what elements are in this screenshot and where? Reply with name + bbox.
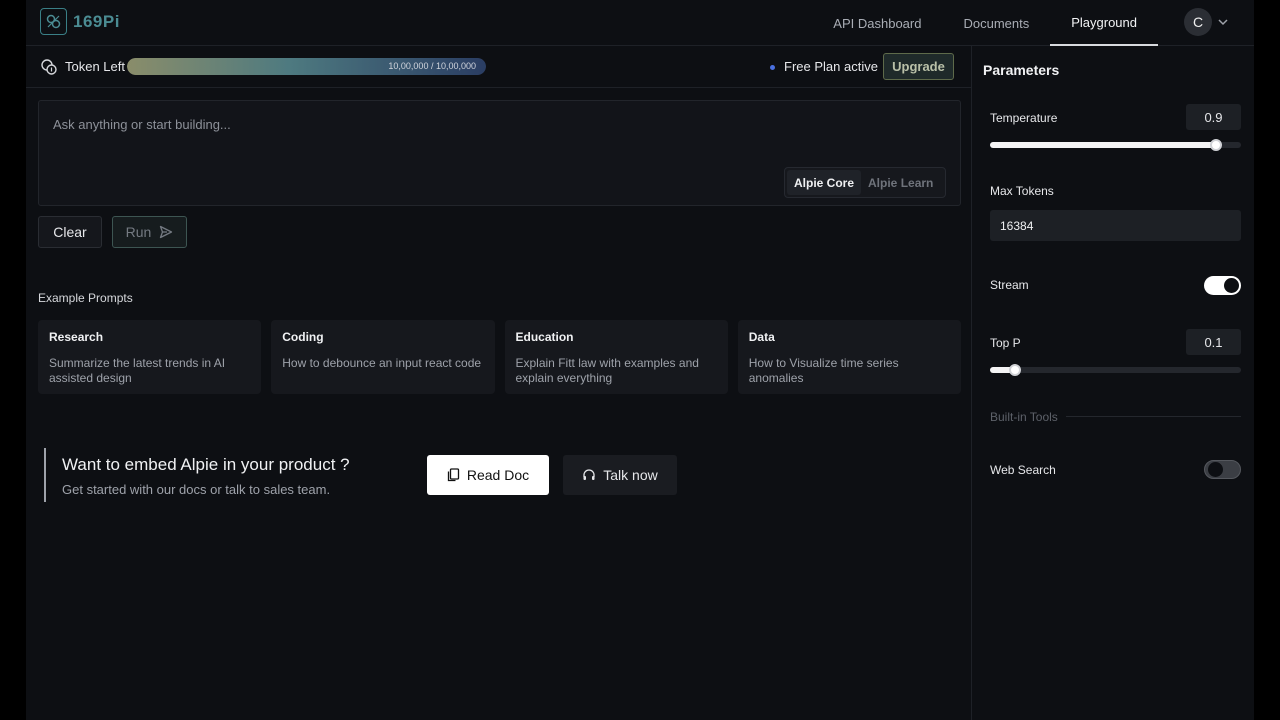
send-icon <box>160 225 173 239</box>
upgrade-button[interactable]: Upgrade <box>883 53 954 80</box>
nav-playground[interactable]: Playground <box>1050 0 1158 46</box>
nav-documents[interactable]: Documents <box>942 0 1050 46</box>
user-avatar[interactable]: C <box>1184 8 1212 36</box>
read-doc-label: Read Doc <box>466 467 530 483</box>
stream-label: Stream <box>990 278 1029 292</box>
example-card-data[interactable]: Data How to Visualize time series anomal… <box>737 320 961 394</box>
prompt-input[interactable]: Ask anything or start building... <box>53 117 231 132</box>
plan-status-text: Free Plan active <box>784 59 878 74</box>
builtin-tools-label: Built-in Tools <box>990 410 1058 424</box>
stream-toggle-knob <box>1224 278 1239 293</box>
prompt-box[interactable]: Ask anything or start building... Alpie … <box>38 100 961 206</box>
token-left-label: Token Left <box>65 59 125 74</box>
top-p-label: Top P <box>990 336 1021 350</box>
clear-button[interactable]: Clear <box>38 216 102 248</box>
card-description: Summarize the latest trends in AI assist… <box>49 356 226 385</box>
coins-icon <box>41 59 57 75</box>
example-prompt-cards: Research Summarize the latest trends in … <box>38 320 961 394</box>
web-search-toggle-knob <box>1208 462 1223 477</box>
web-search-label: Web Search <box>990 463 1056 477</box>
headset-icon <box>583 469 595 480</box>
top-p-slider-thumb[interactable] <box>1009 364 1021 376</box>
parameters-panel: Parameters Temperature 0.9 Max Tokens St… <box>971 46 1254 720</box>
card-title: Coding <box>282 330 324 344</box>
temperature-slider-fill <box>990 142 1216 148</box>
read-doc-button[interactable]: Read Doc <box>427 455 549 495</box>
model-option-alpie-learn[interactable]: Alpie Learn <box>861 170 940 195</box>
app-window: 169Pi API Dashboard Documents Playground… <box>26 0 1254 720</box>
card-description: Explain Fitt law with examples and expla… <box>515 356 699 385</box>
example-card-research[interactable]: Research Summarize the latest trends in … <box>38 320 262 394</box>
run-button[interactable]: Run <box>112 216 187 248</box>
model-switch: Alpie Core Alpie Learn <box>784 167 946 198</box>
temperature-slider-thumb[interactable] <box>1210 139 1222 151</box>
chevron-down-icon[interactable] <box>1216 15 1230 29</box>
brand-name: 169Pi <box>73 11 120 31</box>
talk-now-button[interactable]: Talk now <box>563 455 677 495</box>
copy-doc-icon <box>447 468 460 482</box>
card-title: Education <box>515 330 574 344</box>
temperature-slider[interactable] <box>990 139 1241 151</box>
web-search-toggle[interactable] <box>1204 460 1241 479</box>
logo-mark-icon <box>40 8 67 35</box>
card-description: How to Visualize time series anomalies <box>748 356 899 385</box>
top-p-value[interactable]: 0.1 <box>1186 329 1241 355</box>
parameters-title: Parameters <box>983 62 1060 78</box>
token-progress-bar: 10,00,000 / 10,00,000 <box>127 58 486 75</box>
builtin-tools-divider <box>1066 416 1241 417</box>
top-header: 169Pi API Dashboard Documents Playground… <box>26 0 1254 46</box>
token-status-row: Token Left 10,00,000 / 10,00,000 Free Pl… <box>26 46 971 88</box>
example-prompts-title: Example Prompts <box>38 291 133 305</box>
nav-api-dashboard[interactable]: API Dashboard <box>812 0 942 46</box>
example-card-coding[interactable]: Coding How to debounce an input react co… <box>271 320 495 394</box>
card-title: Data <box>748 330 775 344</box>
run-button-label: Run <box>125 224 152 240</box>
token-count-text: 10,00,000 / 10,00,000 <box>388 61 476 71</box>
card-title: Research <box>49 330 104 344</box>
temperature-label: Temperature <box>990 111 1058 125</box>
max-tokens-label: Max Tokens <box>990 184 1054 198</box>
model-option-alpie-core[interactable]: Alpie Core <box>787 170 862 195</box>
top-p-slider[interactable] <box>990 364 1241 376</box>
promo-subtitle: Get started with our docs or talk to sal… <box>62 482 331 497</box>
promo-title: Want to embed Alpie in your product ? <box>62 455 350 474</box>
card-description: How to debounce an input react code <box>282 356 482 370</box>
max-tokens-input[interactable] <box>990 210 1241 241</box>
plan-status-dot <box>770 65 775 70</box>
temperature-value[interactable]: 0.9 <box>1186 104 1241 130</box>
brand-logo[interactable]: 169Pi <box>40 8 120 35</box>
main-nav: API Dashboard Documents Playground <box>812 0 1158 46</box>
promo-accent-line <box>44 448 46 502</box>
example-card-education[interactable]: Education Explain Fitt law with examples… <box>504 320 728 394</box>
talk-now-label: Talk now <box>603 467 658 483</box>
stream-toggle[interactable] <box>1204 276 1241 295</box>
